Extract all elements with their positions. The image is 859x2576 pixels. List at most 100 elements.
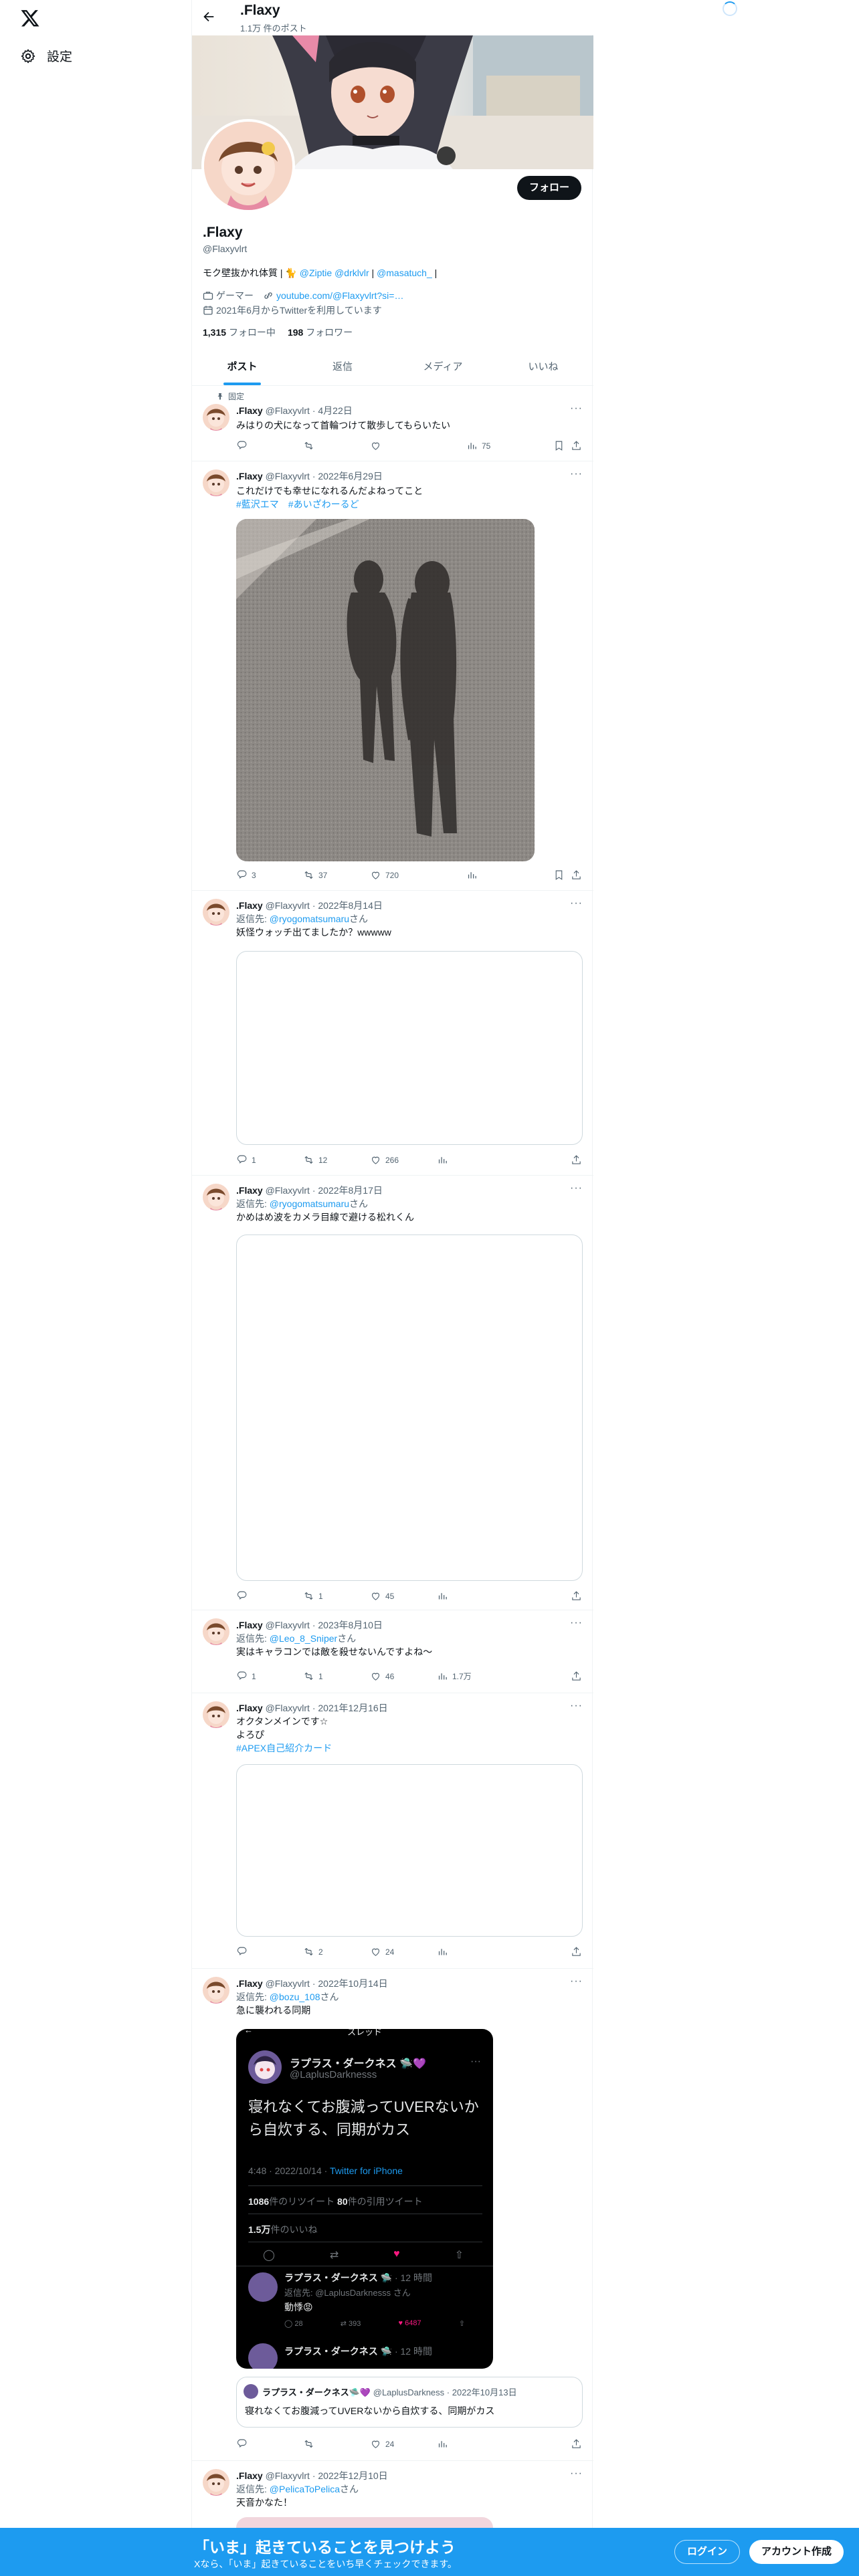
tweet-photo[interactable] bbox=[236, 519, 535, 861]
profile-url-link[interactable]: youtube.com/@Flaxyvlrt?si=… bbox=[276, 290, 403, 301]
retweet-button[interactable]: 12 bbox=[303, 1154, 327, 1166]
like-button[interactable]: 24 bbox=[370, 2438, 394, 2450]
url-item[interactable]: youtube.com/@Flaxyvlrt?si=… bbox=[263, 289, 403, 302]
tweet-avatar[interactable] bbox=[203, 1977, 229, 2004]
settings-link[interactable]: 設定 bbox=[20, 47, 72, 65]
like-button[interactable]: 46 bbox=[370, 1671, 394, 1682]
more-options-icon[interactable]: ··· bbox=[570, 403, 583, 415]
reply-button[interactable] bbox=[236, 1946, 252, 1957]
tweet-author-handle[interactable]: @Flaxyvlrt bbox=[266, 405, 310, 416]
reply-button[interactable]: 3 bbox=[236, 869, 256, 881]
back-arrow-icon[interactable] bbox=[201, 9, 216, 24]
reply-to-mention[interactable]: @ryogomatsumaru bbox=[270, 914, 349, 924]
reply-button[interactable] bbox=[236, 440, 252, 451]
share-button[interactable] bbox=[571, 869, 582, 881]
tweet-date[interactable]: 2022年6月29日 bbox=[318, 471, 383, 481]
tweet[interactable]: .Flaxy @Flaxyvlrt · 2022年8月17日 ··· 返信先: … bbox=[192, 1176, 593, 1610]
more-options-icon[interactable]: ··· bbox=[570, 1617, 583, 1629]
tweet[interactable]: .Flaxy @Flaxyvlrt · 2021年12月16日 ··· オクタン… bbox=[192, 1693, 593, 1969]
views-button[interactable] bbox=[437, 1154, 452, 1166]
bio-mention-link-2[interactable]: @masatuch_ bbox=[377, 267, 432, 278]
share-button[interactable] bbox=[571, 1946, 582, 1957]
follow-button[interactable]: フォロー bbox=[516, 176, 581, 200]
more-options-icon[interactable]: ··· bbox=[570, 1975, 583, 1988]
tweet-date[interactable]: 4月22日 bbox=[318, 405, 352, 416]
views-button[interactable] bbox=[437, 2438, 452, 2450]
tweet-date[interactable]: 2021年12月16日 bbox=[318, 1703, 387, 1713]
views-button[interactable] bbox=[466, 869, 482, 881]
x-logo-icon[interactable] bbox=[20, 8, 40, 28]
tweet-date[interactable]: 2022年10月14日 bbox=[318, 1978, 387, 1989]
tweet-date[interactable]: 2022年12月10日 bbox=[318, 2470, 387, 2481]
tweet[interactable]: .Flaxy @Flaxyvlrt · 2022年8月14日 ··· 返信先: … bbox=[192, 891, 593, 1176]
retweet-button[interactable]: 1 bbox=[303, 1590, 323, 1602]
tweet-media-card[interactable] bbox=[236, 1235, 583, 1581]
more-options-icon[interactable]: ··· bbox=[570, 2468, 583, 2480]
bio-mention-link[interactable]: @Ziptie @drklvlr bbox=[300, 267, 369, 278]
tweet-author-handle[interactable]: @Flaxyvlrt bbox=[266, 471, 310, 481]
views-button[interactable] bbox=[437, 1946, 452, 1957]
tweet-author-name[interactable]: .Flaxy bbox=[236, 1185, 263, 1196]
tweet-author-handle[interactable]: @Flaxyvlrt bbox=[266, 1703, 310, 1713]
reply-button[interactable] bbox=[236, 1590, 252, 1602]
share-button[interactable] bbox=[571, 440, 582, 451]
views-button[interactable] bbox=[437, 1590, 452, 1602]
more-options-icon[interactable]: ··· bbox=[570, 468, 583, 480]
tweet-avatar[interactable] bbox=[203, 1618, 229, 1645]
tweet-author-handle[interactable]: @Flaxyvlrt bbox=[266, 900, 310, 911]
more-options-icon[interactable]: ··· bbox=[570, 897, 583, 909]
tweet-author-name[interactable]: .Flaxy bbox=[236, 900, 263, 911]
reply-to-mention[interactable]: @Leo_8_Sniper bbox=[270, 1633, 337, 1644]
tweet-avatar[interactable] bbox=[203, 2469, 229, 2496]
tweet-hashtags[interactable]: #APEX自己紹介カード bbox=[236, 1741, 332, 1755]
quoted-tweet-card[interactable]: ラプラス・ダークネス🛸💜 @LaplusDarkness · 2022年10月1… bbox=[236, 2377, 583, 2428]
reply-button[interactable] bbox=[236, 2438, 252, 2450]
tweet[interactable]: .Flaxy @Flaxyvlrt · 2022年10月14日 ··· 返信先:… bbox=[192, 1969, 593, 2461]
tweet[interactable]: .Flaxy @Flaxyvlrt · 2022年6月29日 ··· これだけで… bbox=[192, 461, 593, 891]
like-button[interactable]: 720 bbox=[370, 869, 399, 881]
tweet-hashtags[interactable]: #藍沢エマ #あいざわーるど bbox=[236, 498, 359, 511]
reply-to-mention[interactable]: @PelicaToPelica bbox=[270, 2484, 340, 2494]
retweet-button[interactable]: 2 bbox=[303, 1946, 323, 1957]
retweet-button[interactable]: 1 bbox=[303, 1671, 323, 1682]
retweet-button[interactable] bbox=[303, 440, 318, 451]
share-button[interactable] bbox=[571, 1590, 582, 1602]
profile-avatar[interactable] bbox=[201, 119, 295, 213]
tweet-author-name[interactable]: .Flaxy bbox=[236, 1703, 263, 1713]
tab-likes[interactable]: いいね bbox=[493, 350, 593, 385]
tweet-date[interactable]: 2022年8月14日 bbox=[318, 900, 383, 911]
tweet-author-handle[interactable]: @Flaxyvlrt bbox=[266, 1185, 310, 1196]
share-button[interactable] bbox=[571, 1154, 582, 1166]
reply-button[interactable]: 1 bbox=[236, 1154, 256, 1166]
tweet-author-handle[interactable]: @Flaxyvlrt bbox=[266, 1620, 310, 1630]
reply-to-mention[interactable]: @ryogomatsumaru bbox=[270, 1198, 349, 1209]
tweet-screenshot-image[interactable]: ← スレッド ラプラス・ダークネス 🛸💜 @LaplusDarknesss ··… bbox=[236, 2029, 493, 2369]
like-button[interactable]: 266 bbox=[370, 1154, 399, 1166]
following-link[interactable]: 1,315 フォロー中 bbox=[203, 326, 276, 339]
tweet-avatar[interactable] bbox=[203, 899, 229, 926]
tweet-avatar[interactable] bbox=[203, 404, 229, 431]
views-button[interactable]: 1.7万 bbox=[437, 1671, 472, 1682]
tweet-author-name[interactable]: .Flaxy bbox=[236, 1620, 263, 1630]
bookmark-button[interactable] bbox=[553, 440, 565, 451]
tweet-author-handle[interactable]: @Flaxyvlrt bbox=[266, 1978, 310, 1989]
tweet-avatar[interactable] bbox=[203, 1701, 229, 1728]
reply-to-mention[interactable]: @bozu_108 bbox=[270, 1992, 320, 2002]
tweet-author-handle[interactable]: @Flaxyvlrt bbox=[266, 2470, 310, 2481]
tweet-author-name[interactable]: .Flaxy bbox=[236, 471, 263, 481]
login-button[interactable]: ログイン bbox=[674, 2540, 741, 2564]
tweet-author-name[interactable]: .Flaxy bbox=[236, 405, 263, 416]
tweet-author-name[interactable]: .Flaxy bbox=[236, 1978, 263, 1989]
like-button[interactable]: 24 bbox=[370, 1946, 394, 1957]
followers-link[interactable]: 198 フォロワー bbox=[288, 326, 353, 339]
like-button[interactable] bbox=[370, 440, 385, 451]
retweet-button[interactable] bbox=[303, 2438, 318, 2450]
create-account-button[interactable]: アカウント作成 bbox=[749, 2540, 844, 2564]
more-options-icon[interactable]: ··· bbox=[570, 1700, 583, 1712]
views-button[interactable]: 75 bbox=[466, 440, 490, 451]
tweet-date[interactable]: 2022年8月17日 bbox=[318, 1185, 383, 1196]
like-button[interactable]: 45 bbox=[370, 1590, 394, 1602]
tab-replies[interactable]: 返信 bbox=[292, 350, 393, 385]
retweet-button[interactable]: 37 bbox=[303, 869, 327, 881]
tweet-media-card[interactable] bbox=[236, 1764, 583, 1937]
